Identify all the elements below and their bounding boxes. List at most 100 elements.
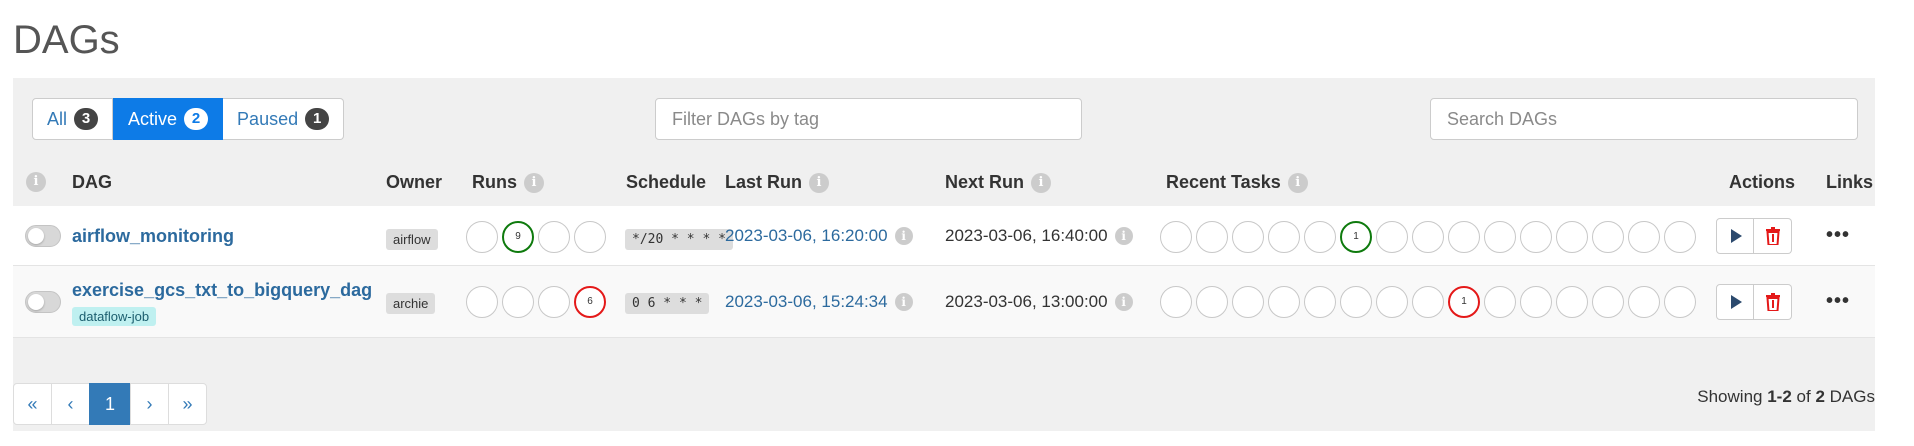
task-state-circle[interactable] bbox=[1556, 221, 1588, 253]
more-links-icon[interactable]: ••• bbox=[1826, 224, 1850, 247]
filter-paused-count-badge: 1 bbox=[305, 108, 330, 130]
task-state-circle[interactable] bbox=[1628, 221, 1660, 253]
next-run-row-info-icon[interactable]: i bbox=[1114, 227, 1133, 245]
previous-page-button[interactable]: ‹ bbox=[51, 383, 90, 425]
play-icon bbox=[1731, 229, 1742, 243]
owner-label[interactable]: airflow bbox=[386, 229, 438, 250]
last-run-link[interactable]: 2023-03-06, 15:24:34 i bbox=[725, 292, 913, 312]
column-header-dag[interactable]: DAG bbox=[72, 172, 112, 193]
task-state-circle[interactable] bbox=[1484, 286, 1516, 318]
runs-info-icon[interactable]: i bbox=[524, 172, 544, 193]
run-state-circle-running[interactable] bbox=[538, 221, 570, 253]
column-header-next-run[interactable]: Next Run i bbox=[945, 172, 1052, 193]
task-state-circle[interactable] bbox=[1520, 286, 1552, 318]
run-state-circle-failed[interactable]: 6 bbox=[574, 286, 606, 318]
task-state-circle[interactable] bbox=[1484, 221, 1516, 253]
task-state-circle[interactable] bbox=[1232, 221, 1264, 253]
schedule-label[interactable]: */20 * * * * bbox=[625, 229, 733, 250]
filter-all-label: All bbox=[47, 108, 68, 129]
task-state-circle[interactable] bbox=[1268, 221, 1300, 253]
task-state-circle[interactable] bbox=[1412, 286, 1444, 318]
column-header-owner-label: Owner bbox=[386, 172, 443, 192]
filter-paused-label: Paused bbox=[237, 108, 299, 129]
filter-all-button[interactable]: All 3 bbox=[32, 98, 114, 140]
showing-suffix: DAGs bbox=[1829, 387, 1875, 406]
showing-of: of bbox=[1796, 387, 1811, 406]
column-header-dag-label: DAG bbox=[72, 172, 112, 192]
task-state-circle[interactable] bbox=[1268, 286, 1300, 318]
dag-pause-toggle[interactable] bbox=[25, 291, 61, 313]
column-header-links: Links bbox=[1826, 172, 1873, 193]
showing-range: 1-2 bbox=[1767, 387, 1792, 406]
task-state-circle[interactable] bbox=[1304, 286, 1336, 318]
tag-filter-input[interactable] bbox=[655, 98, 1082, 140]
last-page-button[interactable]: » bbox=[168, 383, 207, 425]
column-header-schedule: Schedule bbox=[626, 172, 706, 193]
last-run-row-info-icon[interactable]: i bbox=[894, 227, 913, 245]
task-state-circle[interactable] bbox=[1304, 221, 1336, 253]
task-state-circle[interactable] bbox=[1232, 286, 1264, 318]
task-state-circle[interactable] bbox=[1664, 221, 1696, 253]
run-state-circle-queued[interactable] bbox=[466, 286, 498, 318]
page-1-button[interactable]: 1 bbox=[89, 383, 131, 425]
pagination: « ‹ 1 › » bbox=[13, 383, 207, 425]
column-header-actions: Actions bbox=[1729, 172, 1795, 193]
column-header-links-label: Links bbox=[1826, 172, 1874, 192]
next-run-value-group: 2023-03-06, 16:40:00 i bbox=[945, 226, 1133, 246]
task-state-circle[interactable] bbox=[1340, 286, 1372, 318]
task-state-circle[interactable] bbox=[1376, 221, 1408, 253]
task-state-circle[interactable] bbox=[1196, 221, 1228, 253]
task-state-circle[interactable] bbox=[1160, 221, 1192, 253]
next-run-row-info-icon[interactable]: i bbox=[1114, 293, 1133, 311]
run-state-circle-failed[interactable] bbox=[574, 221, 606, 253]
dag-pause-toggle[interactable] bbox=[25, 225, 61, 247]
trigger-dag-button[interactable] bbox=[1716, 284, 1754, 320]
task-state-circle[interactable] bbox=[1664, 286, 1696, 318]
showing-count-text: Showing 1-2 of 2 DAGs bbox=[1697, 387, 1875, 407]
dag-id-link[interactable]: exercise_gcs_txt_to_bigquery_dag bbox=[72, 280, 372, 301]
last-run-row-info-icon[interactable]: i bbox=[894, 293, 913, 311]
more-links-icon[interactable]: ••• bbox=[1826, 290, 1850, 313]
task-state-circle[interactable] bbox=[1448, 221, 1480, 253]
filter-paused-button[interactable]: Paused 1 bbox=[223, 98, 345, 140]
dag-actions bbox=[1716, 218, 1792, 254]
run-state-circle-success[interactable]: 9 bbox=[502, 221, 534, 253]
recent-tasks-info-icon[interactable]: i bbox=[1287, 172, 1308, 193]
next-page-button[interactable]: › bbox=[130, 383, 169, 425]
task-state-circle[interactable] bbox=[1412, 221, 1444, 253]
dag-actions bbox=[1716, 284, 1792, 320]
filter-active-button[interactable]: Active 2 bbox=[113, 98, 224, 140]
task-state-circle[interactable] bbox=[1556, 286, 1588, 318]
run-state-circle-running[interactable] bbox=[538, 286, 570, 318]
schedule-label[interactable]: 0 6 * * * bbox=[625, 293, 710, 314]
task-state-circle-success[interactable]: 1 bbox=[1340, 221, 1372, 253]
trigger-dag-button[interactable] bbox=[1716, 218, 1754, 254]
last-run-link[interactable]: 2023-03-06, 16:20:00 i bbox=[725, 226, 913, 246]
task-state-circle[interactable] bbox=[1196, 286, 1228, 318]
task-state-circle[interactable] bbox=[1592, 286, 1624, 318]
last-run-value: 2023-03-06, 15:24:34 bbox=[725, 292, 888, 311]
run-state-circle-queued[interactable] bbox=[466, 221, 498, 253]
delete-dag-button[interactable] bbox=[1754, 284, 1792, 320]
first-page-button[interactable]: « bbox=[13, 383, 52, 425]
status-filter-group: All 3 Active 2 Paused 1 bbox=[32, 98, 345, 140]
task-state-circle[interactable] bbox=[1376, 286, 1408, 318]
task-state-circle-failed[interactable]: 1 bbox=[1448, 286, 1480, 318]
owner-label[interactable]: archie bbox=[386, 293, 436, 314]
next-run-info-icon[interactable]: i bbox=[1031, 172, 1052, 193]
run-state-circle-success[interactable] bbox=[502, 286, 534, 318]
dag-id-link[interactable]: airflow_monitoring bbox=[72, 226, 234, 247]
next-run-value: 2023-03-06, 13:00:00 bbox=[945, 292, 1108, 311]
filter-active-count-badge: 2 bbox=[184, 108, 209, 130]
last-run-info-icon[interactable]: i bbox=[809, 172, 830, 193]
task-state-circle[interactable] bbox=[1592, 221, 1624, 253]
column-header-recent-tasks-label: Recent Tasks bbox=[1166, 172, 1281, 192]
dag-tag[interactable]: dataflow-job bbox=[72, 307, 157, 326]
toggle-column-info-icon[interactable]: i bbox=[26, 172, 46, 192]
task-state-circle[interactable] bbox=[1628, 286, 1660, 318]
dag-search-input[interactable] bbox=[1430, 98, 1858, 140]
task-state-circle[interactable] bbox=[1520, 221, 1552, 253]
filter-all-count-badge: 3 bbox=[74, 108, 99, 130]
delete-dag-button[interactable] bbox=[1754, 218, 1792, 254]
task-state-circle[interactable] bbox=[1160, 286, 1192, 318]
